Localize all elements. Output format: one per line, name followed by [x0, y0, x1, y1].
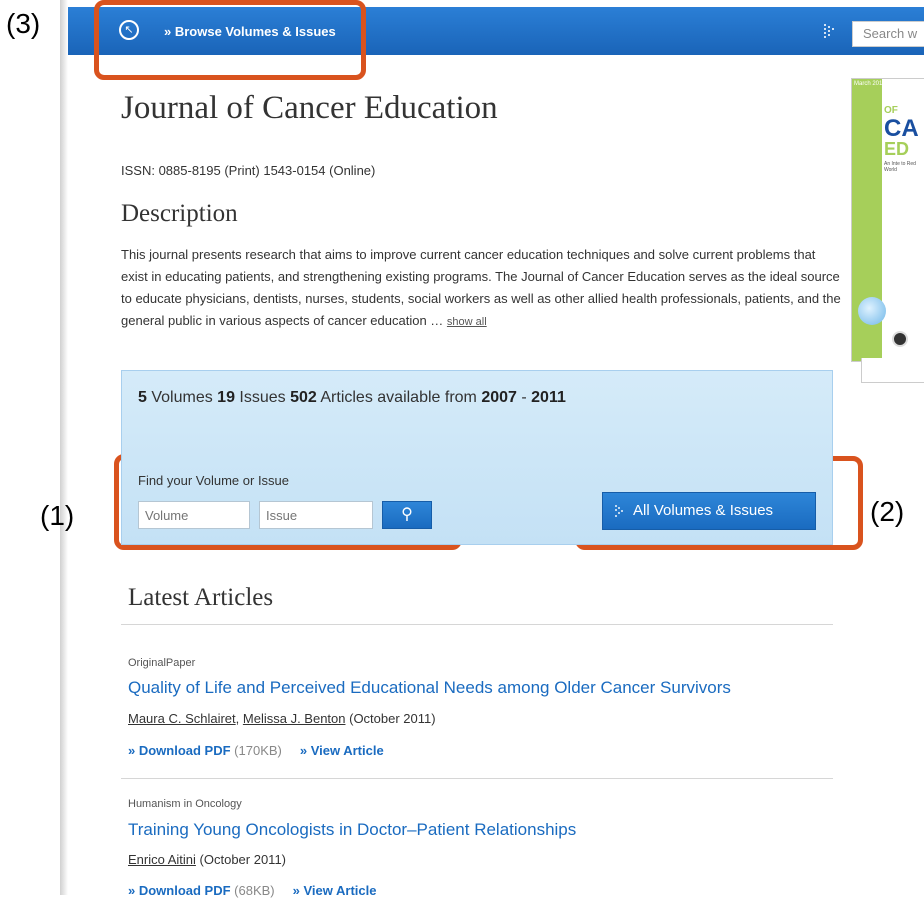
description-heading: Description — [121, 200, 238, 227]
page-left-shadow — [60, 0, 68, 895]
download-pdf-link[interactable]: » Download PDF — [128, 743, 231, 758]
grid-icon — [824, 24, 834, 38]
view-article-link[interactable]: » View Article — [293, 883, 377, 898]
article-type: Humanism in Oncology — [128, 798, 242, 810]
volume-search-button[interactable]: ⚲ — [382, 501, 432, 529]
show-all-link[interactable]: show all — [447, 316, 487, 328]
author-link[interactable]: Melissa J. Benton — [243, 711, 346, 726]
articles-count: 502 — [290, 389, 317, 406]
description-text: This journal presents research that aims… — [121, 244, 841, 333]
journal-title: Journal of Cancer Education — [121, 90, 498, 126]
volume-input[interactable] — [138, 501, 250, 529]
callout-label-3: (3) — [6, 8, 41, 39]
volumes-stats: 5 Volumes 19 Issues 502 Articles availab… — [138, 389, 566, 407]
article-links: » Download PDF (170KB) » View Article — [128, 743, 384, 758]
author-link[interactable]: Maura C. Schlairet — [128, 711, 236, 726]
articles-label: Articles available from — [316, 389, 482, 406]
year-from: 2007 — [481, 389, 517, 406]
article-authors: Enrico Aitini (October 2011) — [128, 852, 286, 867]
publisher-logo — [892, 331, 908, 347]
article-links: » Download PDF (68KB) » View Article — [128, 883, 376, 898]
pdf-size: (68KB) — [230, 883, 275, 898]
article-title-link[interactable]: Training Young Oncologists in Doctor–Pat… — [128, 820, 576, 840]
volumes-count: 5 — [138, 389, 147, 406]
article-type: OriginalPaper — [128, 657, 196, 669]
divider — [121, 624, 833, 625]
globe-icon — [858, 297, 886, 325]
search-icon: ⚲ — [401, 506, 413, 523]
callout-label-2: (2) — [870, 496, 905, 527]
all-volumes-button[interactable]: All Volumes & Issues — [602, 492, 816, 530]
download-pdf-link[interactable]: » Download PDF — [128, 883, 231, 898]
cover-date: March 2010 — [854, 81, 886, 87]
journal-cover-image[interactable]: March 2010 JOURNAL OF CA ED An Inte to R… — [851, 78, 924, 362]
site-search-input[interactable]: Search w — [852, 21, 924, 47]
view-article-link[interactable]: » View Article — [300, 743, 384, 758]
cover-frame-bottom — [861, 358, 924, 383]
issues-label: Issues — [234, 389, 291, 406]
issue-input[interactable] — [259, 501, 373, 529]
cover-ed: ED — [884, 139, 910, 159]
latest-articles-heading: Latest Articles — [128, 584, 274, 611]
issues-count: 19 — [217, 389, 235, 406]
cover-small-text: An Inte to Red World — [884, 161, 916, 173]
year-to: 2011 — [531, 389, 566, 406]
grid-icon — [615, 505, 623, 517]
article-date: (October 2011) — [195, 852, 287, 867]
issn-text: ISSN: 0885-8195 (Print) 1543-0154 (Onlin… — [121, 163, 376, 178]
callout-label-1: (1) — [40, 500, 75, 531]
callout-box-3 — [94, 0, 366, 80]
find-volume-label: Find your Volume or Issue — [138, 473, 290, 488]
pdf-size: (170KB) — [230, 743, 282, 758]
author-link[interactable]: Enrico Aitini — [128, 852, 196, 867]
article-date: (October 2011) — [345, 711, 436, 726]
divider — [121, 778, 833, 779]
volumes-label: Volumes — [146, 389, 218, 406]
all-volumes-label: All Volumes & Issues — [633, 502, 774, 519]
article-title-link[interactable]: Quality of Life and Perceived Educationa… — [128, 678, 731, 698]
year-dash: - — [516, 389, 532, 406]
article-authors: Maura C. Schlairet, Melissa J. Benton (O… — [128, 711, 436, 726]
